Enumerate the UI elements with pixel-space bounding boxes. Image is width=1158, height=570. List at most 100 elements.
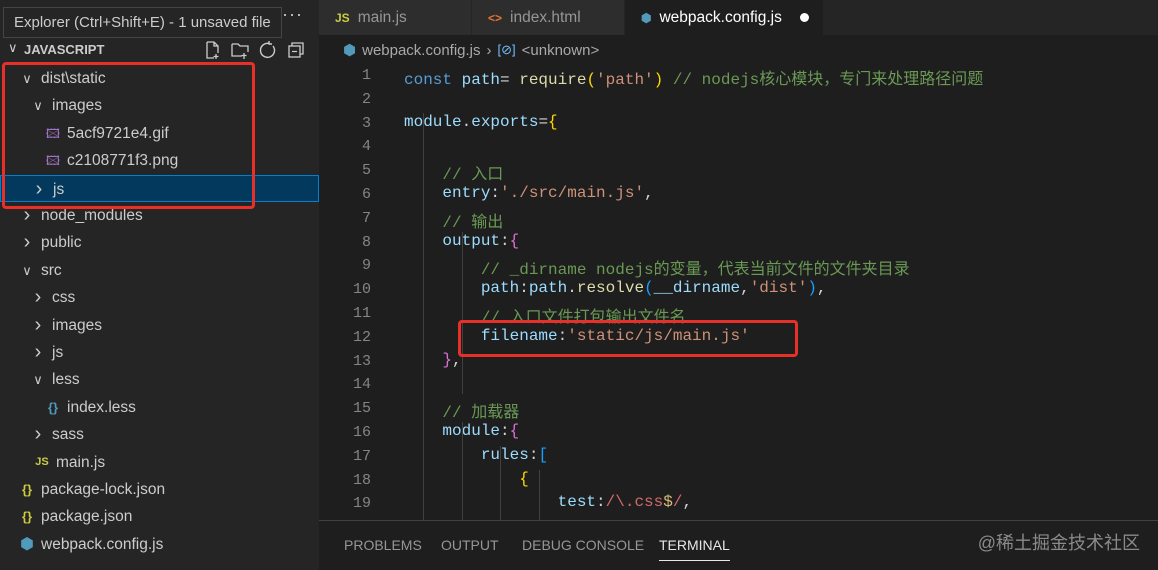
- code-token: path: [480, 279, 520, 298]
- tree-item[interactable]: › js: [0, 339, 319, 366]
- line-number: 9: [361, 257, 371, 275]
- tree-item[interactable]: {} package.json: [0, 503, 319, 530]
- chevron-down-icon: ∨: [33, 98, 43, 114]
- code-token: test: [557, 493, 597, 512]
- code-token: const: [404, 71, 462, 89]
- code-token: rules: [480, 445, 529, 464]
- code-token: }: [442, 350, 453, 369]
- panel-tab-output[interactable]: OUTPUT: [441, 537, 499, 553]
- code-line[interactable]: },: [404, 350, 461, 369]
- tree-item[interactable]: › node_modules: [0, 202, 319, 229]
- tree-item[interactable]: › sass: [0, 421, 319, 448]
- tab-label: index.html: [510, 8, 581, 26]
- code-token: 'dist': [749, 279, 808, 298]
- unsaved-dot-icon[interactable]: [799, 13, 809, 22]
- code-token: :: [557, 326, 568, 345]
- line-number: 19: [352, 495, 371, 513]
- tree-item-label: css: [52, 289, 76, 307]
- tree-item[interactable]: 🖾 c2108771f3.png: [0, 147, 319, 174]
- code-line[interactable]: path:path.resolve(__dirname,'dist'),: [404, 279, 827, 297]
- tree-item[interactable]: › images: [0, 312, 319, 339]
- collapse-all-icon[interactable]: [286, 40, 306, 60]
- code-token: // _dirname nodejs的变量，代表当前文件的文件夹目录: [480, 261, 910, 280]
- breadcrumb-symbol[interactable]: <unknown>: [522, 42, 600, 59]
- code-token: './src/main.js': [500, 184, 645, 202]
- code-token: ,: [740, 279, 750, 298]
- code-token: :: [528, 445, 539, 464]
- breadcrumb-file[interactable]: webpack.config.js: [362, 42, 480, 59]
- chevron-right-icon: ›: [34, 313, 42, 336]
- code-line[interactable]: // 入口: [404, 160, 503, 184]
- new-folder-icon[interactable]: [230, 40, 250, 60]
- code-token: ): [807, 279, 817, 298]
- tree-item[interactable]: ⬢ webpack.config.js: [0, 531, 319, 558]
- js-file-icon: JS: [35, 455, 49, 468]
- line-number: 16: [352, 424, 371, 441]
- code-editor[interactable]: 1 const path= require('path') // nodejs核心…: [319, 62, 1158, 520]
- code-token: path: [528, 279, 568, 298]
- code-line[interactable]: test:/\.css$/,: [404, 493, 692, 511]
- chevron-right-icon: ›: [486, 41, 492, 59]
- code-token: require: [519, 71, 587, 89]
- panel-tab-problems[interactable]: PROBLEMS: [344, 537, 422, 553]
- code-token: ): [653, 71, 664, 89]
- tree-item[interactable]: ∨ src: [0, 257, 319, 284]
- more-actions-button[interactable]: ···: [282, 4, 303, 25]
- code-token: ,: [644, 184, 654, 202]
- tree-item[interactable]: JS main.js: [0, 449, 319, 476]
- tree-item[interactable]: ∨ less: [0, 366, 319, 393]
- tree-item[interactable]: 🖾 5acf9721e4.gif: [0, 120, 319, 147]
- chevron-down-icon: ∨: [22, 262, 32, 278]
- tree-item[interactable]: › public: [0, 229, 319, 256]
- tree-item[interactable]: {} index.less: [0, 394, 319, 421]
- tree-item[interactable]: ∨ dist\static: [0, 65, 319, 92]
- code-token: // 输出: [442, 213, 504, 232]
- line-number: 2: [361, 90, 371, 108]
- code-token: module: [442, 422, 501, 440]
- tab-index-html[interactable]: <> index.html: [472, 0, 625, 35]
- tree-item[interactable]: ∨ images: [0, 92, 319, 119]
- code-token: (: [586, 71, 597, 89]
- tree-item[interactable]: {} package-lock.json: [0, 476, 319, 503]
- tree-item-label: images: [52, 97, 102, 115]
- panel-tab-terminal[interactable]: TERMINAL: [659, 537, 730, 561]
- code-line[interactable]: filename:'static/js/main.js': [404, 327, 750, 345]
- tree-item[interactable]: › js: [0, 174, 319, 202]
- explorer-sidebar: ··· Explorer (Ctrl+Shift+E) - 1 unsaved …: [0, 0, 319, 570]
- code-line[interactable]: // 加载器: [404, 398, 519, 422]
- webpack-icon: ⬢: [343, 42, 357, 59]
- code-line[interactable]: module.exports={: [404, 113, 558, 131]
- webpack-icon: ⬢: [641, 10, 652, 25]
- tree-item-label: main.js: [56, 453, 106, 471]
- line-number: 5: [361, 162, 371, 180]
- tab-webpack-config-js[interactable]: ⬢ webpack.config.js: [625, 0, 824, 35]
- tree-item-label: images: [52, 316, 102, 334]
- code-line[interactable]: entry:'./src/main.js',: [404, 184, 654, 202]
- code-token: .: [461, 112, 472, 131]
- breadcrumb: ⬢ webpack.config.js › [⊘] <unknown>: [343, 41, 600, 60]
- code-token: 'static/js/main.js': [567, 326, 750, 345]
- code-line[interactable]: const path= require('path') // nodejs核心模…: [404, 65, 983, 89]
- new-file-icon[interactable]: [202, 40, 222, 60]
- code-line[interactable]: // 入口文件打包输出文件名: [404, 303, 686, 327]
- code-line[interactable]: // 输出: [404, 208, 503, 232]
- code-line[interactable]: rules:[: [404, 446, 548, 464]
- code-token: $: [663, 493, 673, 512]
- section-header-javascript[interactable]: ∨ JAVASCRIPT: [0, 38, 319, 62]
- tree-item[interactable]: › css: [0, 284, 319, 311]
- tab-main-js[interactable]: JS main.js: [319, 0, 472, 35]
- panel-tab-debug-console[interactable]: DEBUG CONSOLE: [522, 537, 644, 553]
- line-number: 6: [361, 186, 371, 203]
- tree-item-label: webpack.config.js: [41, 535, 164, 553]
- refresh-icon[interactable]: [258, 40, 278, 60]
- code-token: // nodejs核心模块，专门来处理路径问题: [663, 71, 984, 89]
- code-line[interactable]: // _dirname nodejs的变量，代表当前文件的文件夹目录: [404, 255, 910, 279]
- line-number: 12: [352, 328, 371, 346]
- tree-item-label: package.json: [41, 508, 133, 526]
- tooltip: Explorer (Ctrl+Shift+E) - 1 unsaved file: [3, 7, 282, 38]
- webpack-icon: ⬢: [20, 535, 34, 553]
- json-file-icon: {}: [21, 482, 33, 497]
